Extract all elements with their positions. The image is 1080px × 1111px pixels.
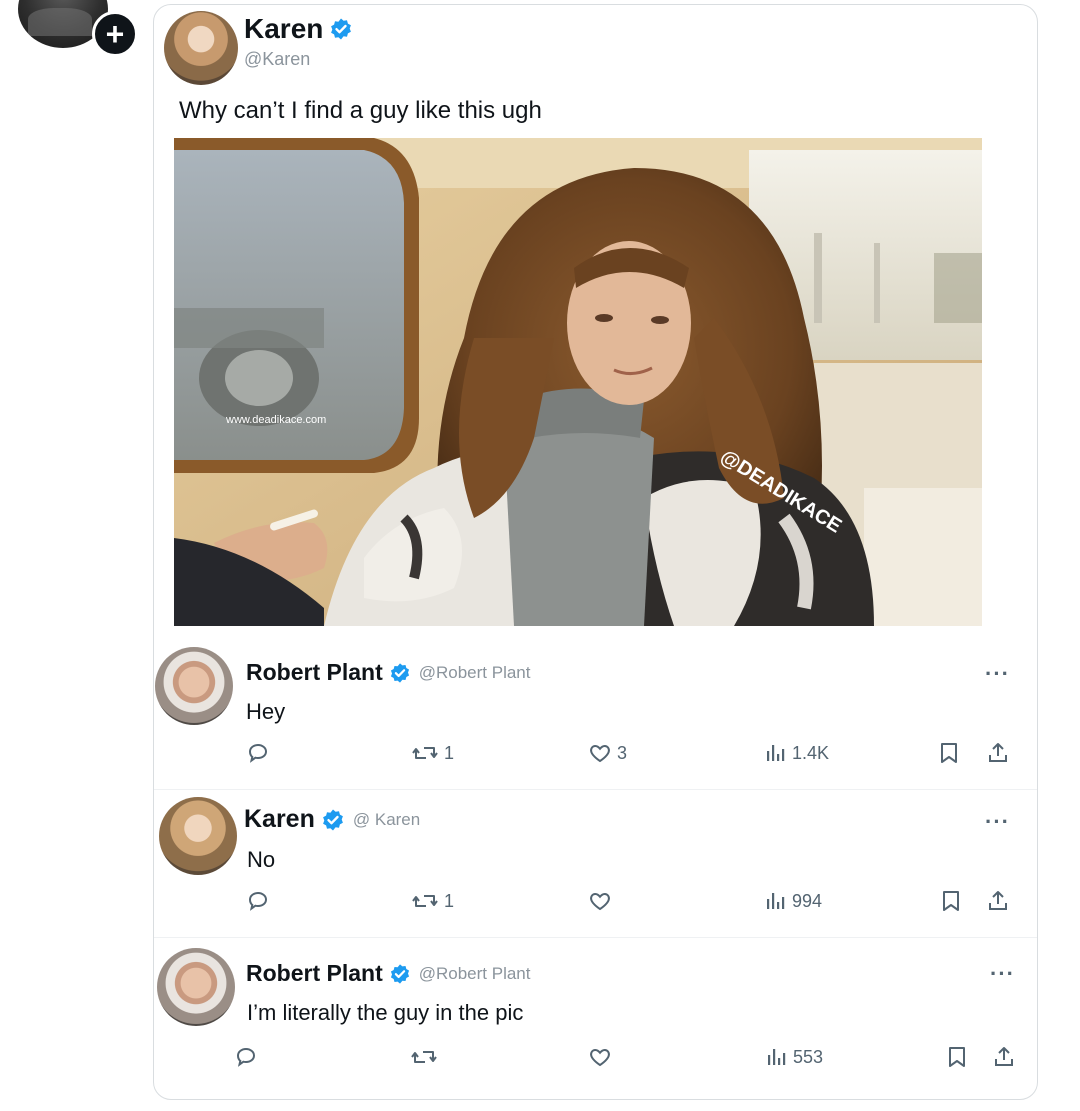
reply-text: No	[247, 847, 276, 872]
share-button[interactable]	[986, 889, 1010, 913]
retweet-icon	[412, 747, 438, 759]
views-button[interactable]: 553	[766, 1045, 823, 1069]
retweet-button[interactable]: 1	[411, 741, 454, 765]
retweet-count: 1	[444, 890, 455, 911]
author-display-name[interactable]: Karen	[244, 13, 323, 45]
reply-button[interactable]	[246, 741, 275, 765]
reply-icon	[248, 743, 268, 763]
views-icon	[767, 893, 785, 909]
share-button[interactable]	[986, 741, 1010, 765]
views-icon	[767, 745, 785, 761]
reply-display-name[interactable]: Karen	[244, 805, 315, 834]
like-button[interactable]: 3	[588, 741, 627, 765]
share-button[interactable]	[992, 1045, 1016, 1069]
reply-avatar[interactable]	[157, 948, 235, 1026]
author-handle[interactable]: @Karen	[244, 49, 310, 70]
views-button[interactable]: 1.4K	[765, 741, 829, 765]
more-options-icon[interactable]: ···	[985, 661, 1010, 687]
verified-badge-icon	[389, 662, 411, 684]
retweet-button[interactable]: 1	[411, 889, 454, 913]
reply-button[interactable]	[246, 889, 275, 913]
reply-handle[interactable]: @ Karen	[353, 810, 420, 830]
reply-text: Hey	[246, 699, 286, 724]
share-icon	[989, 891, 1007, 910]
reply-name-row: Karen @ Karen	[244, 805, 420, 834]
reply-text: I’m literally the guy in the pic	[247, 1000, 524, 1025]
reply-name-row: Robert Plant @Robert Plant	[246, 960, 531, 987]
photo-watermark-url: www.deadikace.com	[225, 414, 326, 426]
like-button[interactable]	[588, 1045, 617, 1069]
verified-badge-icon	[321, 808, 345, 832]
retweet-count: 1	[444, 742, 455, 763]
reply-handle[interactable]: @Robert Plant	[419, 663, 531, 683]
views-count: 553	[793, 1046, 824, 1067]
retweet-button[interactable]	[410, 1045, 443, 1069]
views-icon	[768, 1049, 786, 1065]
retweet-icon	[411, 1051, 437, 1063]
views-count: 994	[792, 890, 823, 911]
reply-display-name[interactable]: Robert Plant	[246, 659, 383, 686]
heart-icon	[590, 744, 610, 763]
retweet-icon	[412, 895, 438, 907]
bookmark-button[interactable]	[938, 741, 960, 765]
views-button[interactable]: 994	[765, 889, 822, 913]
tweet-photo[interactable]: www.deadikace.com @DEADIKACE	[174, 138, 982, 626]
share-icon	[995, 1047, 1013, 1066]
reply-icon	[236, 1047, 256, 1067]
reply-handle[interactable]: @Robert Plant	[419, 964, 531, 984]
reply-avatar[interactable]	[159, 797, 237, 875]
like-button[interactable]	[588, 889, 617, 913]
tweet-text: Why can’t I find a guy like this ugh	[179, 97, 542, 124]
author-avatar[interactable]	[164, 11, 238, 85]
reply-divider	[154, 789, 1037, 790]
share-icon	[989, 743, 1007, 762]
verified-badge-icon	[389, 963, 411, 985]
views-count: 1.4K	[792, 742, 830, 763]
author-name-row: Karen	[244, 13, 353, 45]
tweet-thread-card: Karen @Karen Why can’t I find a guy like…	[153, 4, 1038, 1100]
bookmark-icon	[941, 743, 957, 763]
photo-illustration: www.deadikace.com @DEADIKACE	[174, 138, 982, 626]
verified-badge-icon	[329, 17, 353, 41]
bookmark-button[interactable]	[946, 1045, 968, 1069]
reply-button[interactable]	[234, 1045, 263, 1069]
reply-avatar[interactable]	[155, 647, 233, 725]
plus-icon[interactable]: +	[92, 11, 138, 57]
more-options-icon[interactable]: ···	[985, 809, 1010, 835]
bookmark-icon	[949, 1047, 965, 1067]
reply-display-name[interactable]: Robert Plant	[246, 960, 383, 987]
reply-name-row: Robert Plant @Robert Plant	[246, 659, 531, 686]
reply-divider	[154, 937, 1037, 938]
like-count: 3	[617, 742, 628, 763]
bookmark-button[interactable]	[940, 889, 962, 913]
reply-icon	[248, 891, 268, 911]
heart-icon	[590, 1048, 610, 1067]
bookmark-icon	[943, 891, 959, 911]
heart-icon	[590, 892, 610, 911]
more-options-icon[interactable]: ···	[990, 961, 1015, 987]
